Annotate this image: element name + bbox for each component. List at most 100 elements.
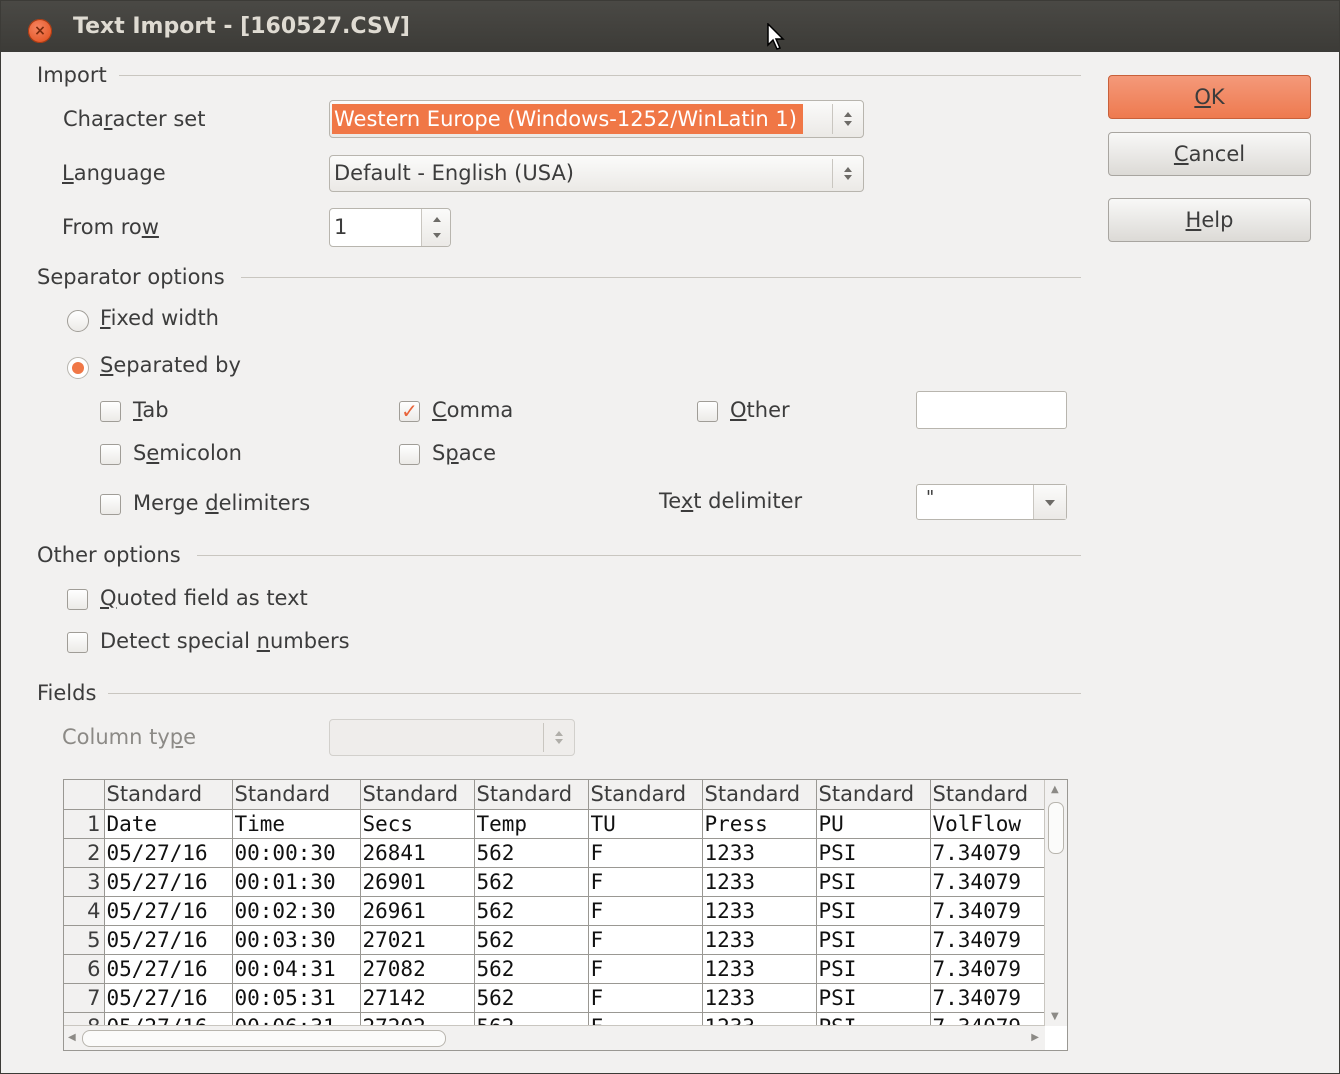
table-cell[interactable]: PSI [816, 867, 931, 897]
table-cell[interactable]: 05/27/16 [104, 838, 233, 868]
table-cell[interactable]: 00:03:30 [232, 925, 361, 955]
table-cell[interactable]: 7.34079 [930, 867, 1045, 897]
horizontal-scroll-thumb[interactable] [82, 1030, 446, 1047]
merge-delimiters-label[interactable]: Merge delimiters [133, 491, 310, 515]
table-cell[interactable]: 1233 [702, 925, 817, 955]
scroll-right-icon[interactable]: ▶ [1031, 1032, 1039, 1043]
scroll-down-icon[interactable]: ▼ [1051, 1011, 1059, 1022]
column-header[interactable]: Standard [702, 780, 817, 810]
column-type-select[interactable] [329, 719, 575, 756]
text-delimiter-combo[interactable]: " [916, 484, 1067, 520]
cancel-button[interactable]: Cancel [1108, 132, 1311, 176]
table-cell[interactable]: 00:00:30 [232, 838, 361, 868]
table-cell[interactable]: F [588, 867, 703, 897]
table-cell[interactable]: 27021 [360, 925, 475, 955]
table-cell[interactable]: F [588, 925, 703, 955]
comma-label[interactable]: Comma [432, 398, 513, 422]
table-cell[interactable]: 562 [474, 925, 589, 955]
table-cell[interactable]: 562 [474, 983, 589, 1013]
table-cell[interactable]: 1233 [702, 896, 817, 926]
merge-delimiters-checkbox[interactable] [100, 494, 121, 515]
table-cell[interactable]: 00:02:30 [232, 896, 361, 926]
detect-special-numbers-checkbox[interactable] [67, 632, 88, 653]
table-cell[interactable]: 00:01:30 [232, 867, 361, 897]
text-delimiter-value[interactable]: " [926, 487, 934, 508]
preview-grid[interactable]: Standard Standard Standard Standard Stan… [63, 779, 1068, 1051]
table-cell[interactable]: 7.34079 [930, 896, 1045, 926]
tab-checkbox[interactable] [100, 401, 121, 422]
table-cell[interactable]: PSI [816, 983, 931, 1013]
table-cell[interactable]: PU [816, 809, 931, 839]
other-label[interactable]: Other [730, 398, 790, 422]
table-cell[interactable]: PSI [816, 954, 931, 984]
table-cell[interactable]: F [588, 983, 703, 1013]
table-cell[interactable]: 562 [474, 954, 589, 984]
column-header[interactable]: Standard [816, 780, 931, 810]
column-header[interactable]: Standard [930, 780, 1045, 810]
table-cell[interactable]: 05/27/16 [104, 983, 233, 1013]
chevron-down-icon[interactable] [1033, 485, 1066, 519]
from-row-spin-icon[interactable] [421, 209, 450, 246]
table-cell[interactable]: Date [104, 809, 233, 839]
table-cell[interactable]: 562 [474, 896, 589, 926]
table-cell[interactable]: 27142 [360, 983, 475, 1013]
table-cell[interactable]: 05/27/16 [104, 925, 233, 955]
semicolon-checkbox[interactable] [100, 444, 121, 465]
table-cell[interactable]: 26901 [360, 867, 475, 897]
separated-by-radio[interactable] [67, 357, 89, 379]
language-select[interactable]: Default - English (USA) [329, 155, 864, 192]
table-cell[interactable]: F [588, 838, 703, 868]
table-cell[interactable]: 7.34079 [930, 838, 1045, 868]
charset-select[interactable]: Western Europe (Windows-1252/WinLatin 1) [329, 100, 864, 138]
comma-checkbox[interactable]: ✓ [399, 401, 420, 422]
column-header[interactable]: Standard [232, 780, 361, 810]
table-cell[interactable]: 7.34079 [930, 954, 1045, 984]
table-cell[interactable]: TU [588, 809, 703, 839]
table-cell[interactable]: 26841 [360, 838, 475, 868]
title-bar[interactable]: × Text Import - [160527.CSV] [1, 1, 1339, 52]
vertical-scroll-thumb[interactable] [1048, 802, 1064, 854]
tab-label[interactable]: Tab [133, 398, 169, 422]
table-cell[interactable]: 05/27/16 [104, 954, 233, 984]
table-cell[interactable]: PSI [816, 896, 931, 926]
table-cell[interactable]: F [588, 896, 703, 926]
column-header[interactable]: Standard [360, 780, 475, 810]
from-row-spinner[interactable]: 1 [329, 208, 451, 247]
quoted-field-label[interactable]: Quoted field as text [100, 586, 308, 610]
table-cell[interactable]: Secs [360, 809, 475, 839]
table-cell[interactable]: Press [702, 809, 817, 839]
table-cell[interactable]: 562 [474, 838, 589, 868]
table-cell[interactable]: 562 [474, 867, 589, 897]
quoted-field-checkbox[interactable] [67, 589, 88, 610]
table-cell[interactable]: 1233 [702, 983, 817, 1013]
table-cell[interactable]: 1233 [702, 954, 817, 984]
table-cell[interactable]: 7.34079 [930, 983, 1045, 1013]
table-cell[interactable]: 27082 [360, 954, 475, 984]
separated-by-label[interactable]: Separated by [100, 353, 241, 377]
scroll-left-icon[interactable]: ◀ [68, 1032, 76, 1043]
help-button[interactable]: Help [1108, 198, 1311, 242]
table-cell[interactable]: VolFlow [930, 809, 1045, 839]
ok-button[interactable]: OK [1108, 75, 1311, 119]
table-cell[interactable]: 05/27/16 [104, 896, 233, 926]
horizontal-scrollbar[interactable]: ◀ ▶ [64, 1025, 1045, 1050]
table-cell[interactable]: 7.34079 [930, 925, 1045, 955]
table-cell[interactable]: 1233 [702, 867, 817, 897]
table-cell[interactable]: 00:05:31 [232, 983, 361, 1013]
table-cell[interactable]: Time [232, 809, 361, 839]
table-cell[interactable]: PSI [816, 925, 931, 955]
column-header[interactable]: Standard [474, 780, 589, 810]
semicolon-label[interactable]: Semicolon [133, 441, 242, 465]
space-checkbox[interactable] [399, 444, 420, 465]
detect-special-numbers-label[interactable]: Detect special numbers [100, 629, 350, 653]
column-header[interactable]: Standard [588, 780, 703, 810]
vertical-scrollbar[interactable]: ▲ ▼ [1044, 780, 1067, 1026]
close-icon[interactable]: × [28, 19, 52, 43]
table-cell[interactable]: F [588, 954, 703, 984]
table-cell[interactable]: 1233 [702, 838, 817, 868]
table-cell[interactable]: PSI [816, 838, 931, 868]
space-label[interactable]: Space [432, 441, 496, 465]
other-separator-input[interactable] [916, 391, 1067, 429]
scroll-up-icon[interactable]: ▲ [1051, 784, 1059, 795]
table-cell[interactable]: 00:04:31 [232, 954, 361, 984]
